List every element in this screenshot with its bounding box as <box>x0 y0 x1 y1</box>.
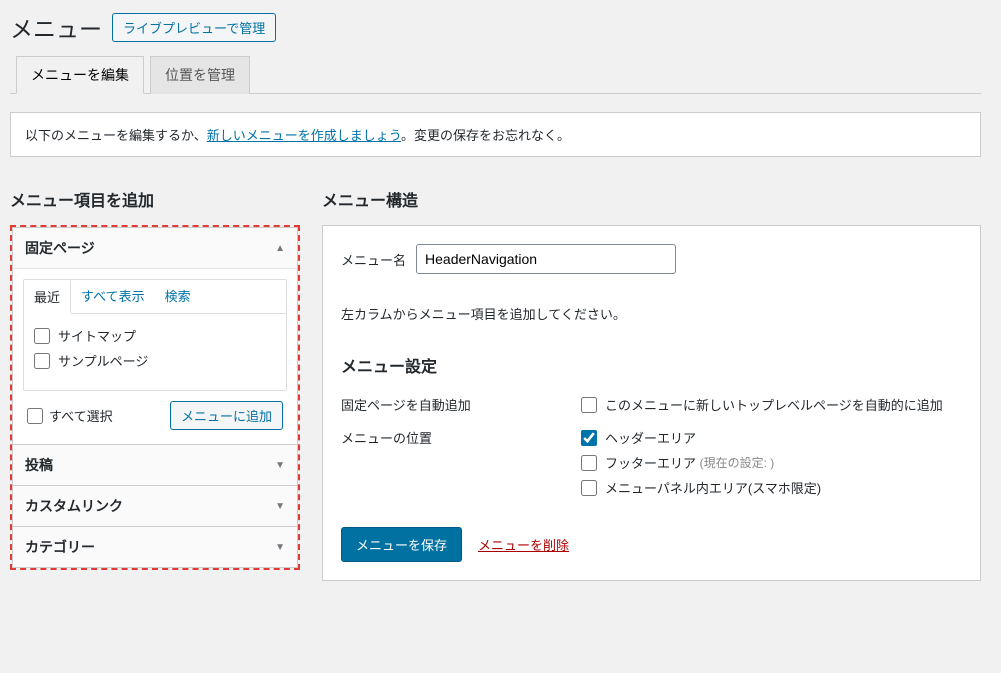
location-footer-note: (現在の設定: ) <box>700 454 775 471</box>
location-panel-label: メニューパネル内エリア(スマホ限定) <box>605 478 821 497</box>
page-item-sample[interactable]: サンプルページ <box>34 351 276 370</box>
page-item-sample-checkbox[interactable] <box>34 353 50 369</box>
inner-tab-search[interactable]: 検索 <box>155 280 201 313</box>
accordion-categories-header[interactable]: カテゴリー <box>13 527 297 567</box>
select-all-checkbox[interactable] <box>27 408 43 424</box>
accordion-pages-label: 固定ページ <box>25 238 95 258</box>
location-header-checkbox[interactable] <box>581 430 597 446</box>
tab-manage-locations[interactable]: 位置を管理 <box>150 56 250 94</box>
chevron-down-icon <box>275 460 285 471</box>
page-item-sample-label: サンプルページ <box>58 351 148 370</box>
location-header-label: ヘッダーエリア <box>605 428 696 447</box>
menu-settings-heading: メニュー設定 <box>341 353 962 377</box>
location-footer[interactable]: フッターエリア (現在の設定: ) <box>581 453 962 472</box>
chevron-up-icon <box>275 243 285 254</box>
menu-name-label: メニュー名 <box>341 250 406 269</box>
location-footer-label: フッターエリア <box>605 453 696 472</box>
accordion: 固定ページ 最近 すべて表示 検索 <box>12 227 298 568</box>
select-all-label: すべて選択 <box>49 406 113 425</box>
create-new-menu-link[interactable]: 新しいメニューを作成しましょう <box>207 128 401 143</box>
menu-structure-heading: メニュー構造 <box>322 187 981 211</box>
notice: 以下のメニューを編集するか、新しいメニューを作成しましょう。変更の保存をお忘れな… <box>10 112 981 157</box>
add-to-menu-button[interactable]: メニューに追加 <box>170 401 283 430</box>
auto-add-checkbox[interactable] <box>581 397 597 413</box>
highlight-box: 固定ページ 最近 すべて表示 検索 <box>10 225 300 570</box>
inner-tab-recent[interactable]: 最近 <box>24 280 71 314</box>
location-header[interactable]: ヘッダーエリア <box>581 428 962 447</box>
location-label: メニューの位置 <box>341 424 581 507</box>
auto-add-label: 固定ページを自動追加 <box>341 391 581 424</box>
accordion-posts-label: 投稿 <box>25 455 53 475</box>
notice-suffix: 。変更の保存をお忘れなく。 <box>401 128 570 143</box>
tab-edit-menus[interactable]: メニューを編集 <box>16 56 144 94</box>
page-item-sitemap-label: サイトマップ <box>58 326 136 345</box>
auto-add-check[interactable]: このメニューに新しいトップレベルページを自動的に追加 <box>581 395 962 414</box>
accordion-custom-label: カスタムリンク <box>25 496 123 516</box>
page-item-sitemap-checkbox[interactable] <box>34 328 50 344</box>
menu-structure-box: メニュー名 左カラムからメニュー項目を追加してください。 メニュー設定 固定ペー… <box>322 225 981 581</box>
inner-tab-all[interactable]: すべて表示 <box>71 280 155 313</box>
location-panel-checkbox[interactable] <box>581 480 597 496</box>
add-items-heading: メニュー項目を追加 <box>10 187 300 211</box>
location-footer-checkbox[interactable] <box>581 455 597 471</box>
accordion-custom-header[interactable]: カスタムリンク <box>13 486 297 526</box>
auto-add-check-label: このメニューに新しいトップレベルページを自動的に追加 <box>605 395 943 414</box>
menu-empty-hint: 左カラムからメニュー項目を追加してください。 <box>341 304 962 323</box>
location-panel[interactable]: メニューパネル内エリア(スマホ限定) <box>581 478 962 497</box>
accordion-categories-label: カテゴリー <box>25 537 95 557</box>
save-menu-button[interactable]: メニューを保存 <box>341 527 462 562</box>
chevron-down-icon <box>275 542 285 553</box>
accordion-pages-header[interactable]: 固定ページ <box>13 228 297 268</box>
chevron-down-icon <box>275 501 285 512</box>
delete-menu-link[interactable]: メニューを削除 <box>478 535 569 554</box>
page-item-sitemap[interactable]: サイトマップ <box>34 326 276 345</box>
page-title: メニュー <box>10 10 102 44</box>
live-preview-button[interactable]: ライブプレビューで管理 <box>112 13 276 42</box>
menu-name-input[interactable] <box>416 244 676 274</box>
nav-tabs: メニューを編集 位置を管理 <box>10 56 981 94</box>
notice-prefix: 以下のメニューを編集するか、 <box>25 128 207 143</box>
accordion-posts-header[interactable]: 投稿 <box>13 445 297 485</box>
select-all[interactable]: すべて選択 <box>27 406 113 425</box>
